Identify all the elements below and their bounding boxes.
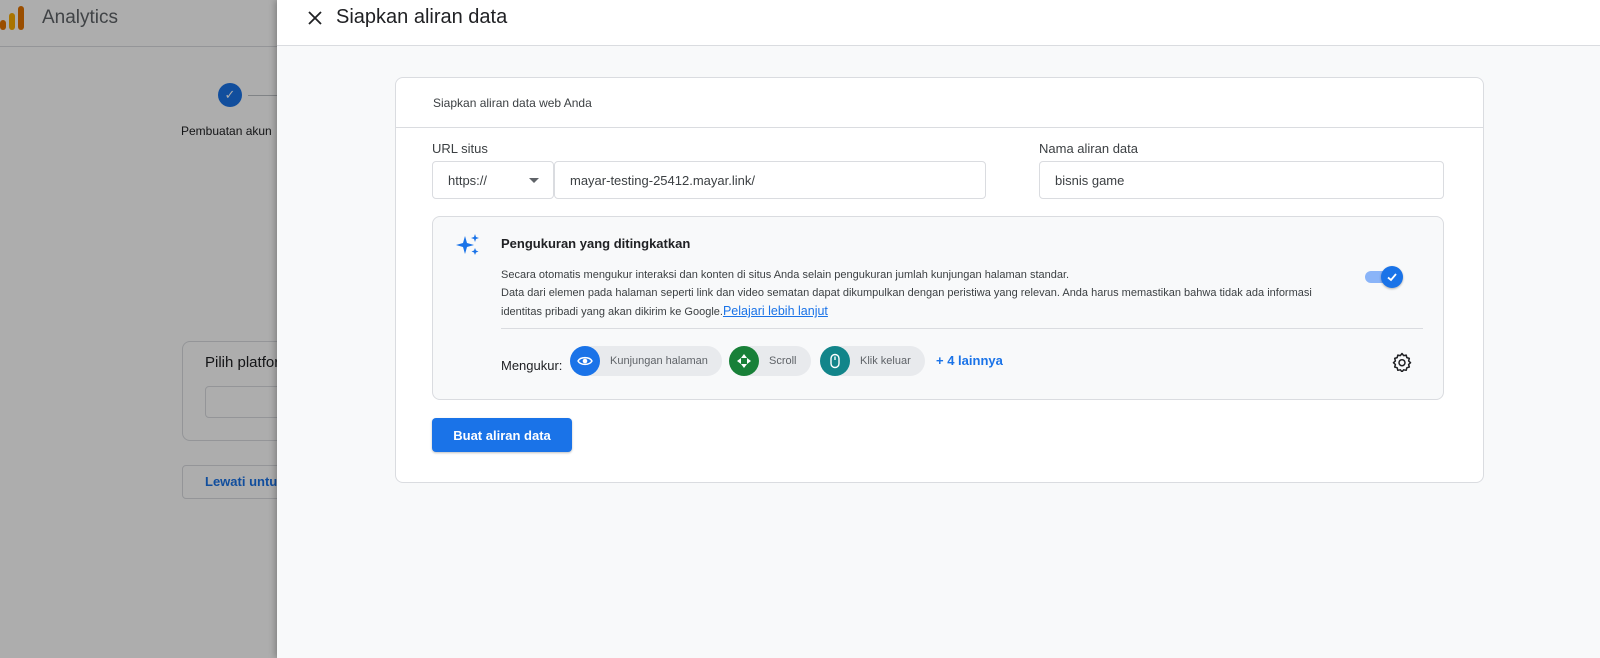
panel-content: URL situs Nama aliran data https:// maya… — [395, 77, 1484, 483]
gear-icon — [1392, 352, 1412, 372]
enhanced-separator — [501, 328, 1423, 329]
chip-label: Kunjungan halaman — [610, 355, 708, 367]
chip-label: Scroll — [769, 355, 797, 367]
stream-name-input[interactable]: bisnis game — [1039, 161, 1444, 199]
enhanced-measurement-toggle[interactable] — [1365, 266, 1403, 288]
drawer-header: Siapkan aliran data — [277, 0, 1600, 46]
learn-more-link[interactable]: Pelajari lebih lanjut — [723, 304, 828, 318]
enhanced-measurement-description: Secara otomatis mengukur interaksi dan k… — [501, 266, 1341, 321]
setup-stream-drawer: Siapkan aliran data Siapkan aliran data … — [277, 0, 1600, 658]
enhanced-measurement-card: Pengukuran yang ditingkatkan Secara otom… — [432, 216, 1444, 400]
stream-name-label: Nama aliran data — [1039, 141, 1138, 156]
chip-label: Klik keluar — [860, 355, 911, 367]
description-line-1: Secara otomatis mengukur interaksi dan k… — [501, 269, 1070, 281]
toggle-check-icon — [1381, 266, 1403, 288]
description-text: Data dari elemen pada halaman seperti li… — [501, 287, 1312, 318]
stream-name-value: bisnis game — [1055, 172, 1125, 188]
dropdown-arrow-icon — [529, 178, 539, 183]
drawer-title: Siapkan aliran data — [336, 6, 508, 28]
chip-scroll[interactable]: Scroll — [729, 346, 811, 376]
more-measurements-link[interactable]: + 4 lainnya — [936, 353, 1003, 368]
description-line-2: Data dari elemen pada halaman seperti li… — [501, 284, 1341, 321]
close-icon — [308, 11, 322, 25]
eye-icon — [570, 346, 600, 376]
chip-outbound-clicks[interactable]: Klik keluar — [820, 346, 925, 376]
chip-page-views[interactable]: Kunjungan halaman — [570, 346, 722, 376]
crosshair-icon — [729, 346, 759, 376]
url-label: URL situs — [432, 141, 488, 156]
close-button[interactable] — [303, 6, 327, 30]
create-stream-button[interactable]: Buat aliran data — [432, 418, 572, 452]
mouse-icon — [820, 346, 850, 376]
url-input[interactable]: mayar-testing-25412.mayar.link/ — [554, 161, 986, 199]
settings-button[interactable] — [1391, 351, 1413, 373]
sparkle-icon — [456, 234, 479, 255]
url-value: mayar-testing-25412.mayar.link/ — [570, 172, 755, 188]
protocol-select[interactable]: https:// — [432, 161, 554, 199]
enhanced-measurement-title: Pengukuran yang ditingkatkan — [501, 236, 691, 251]
measure-label: Mengukur: — [501, 358, 563, 373]
protocol-value: https:// — [448, 172, 488, 188]
